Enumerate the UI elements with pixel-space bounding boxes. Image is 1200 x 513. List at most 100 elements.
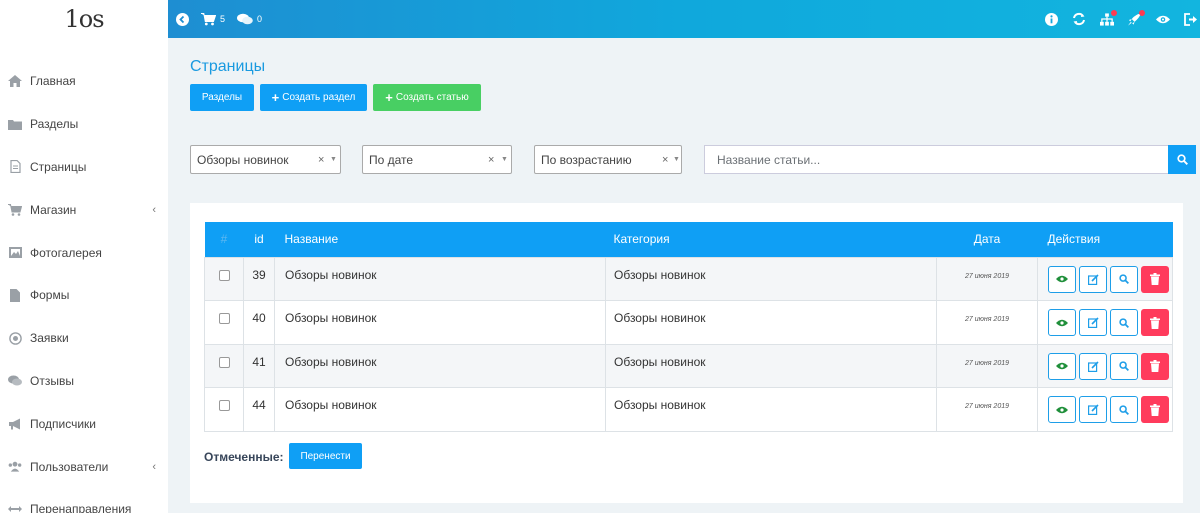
rocket-button[interactable] [1128, 10, 1145, 26]
move-button[interactable]: Перенести [289, 443, 362, 469]
edit-button[interactable] [1079, 309, 1107, 336]
delete-button[interactable] [1141, 309, 1169, 336]
top-bar: 5 0 [168, 0, 1200, 38]
row-id: 41 [243, 343, 275, 388]
view-button[interactable] [1048, 309, 1076, 336]
row-date: 27 июня 2019 [936, 300, 1038, 345]
caret-down-icon: ▼ [501, 156, 508, 163]
users-icon [8, 460, 22, 474]
table-row: 44 Обзоры новинок Обзоры новинок 27 июня… [204, 387, 1173, 432]
row-checkbox[interactable] [218, 269, 230, 281]
sidebar-nav: Главная Разделы Страницы Магазин ‹ Фотог… [0, 38, 168, 513]
image-icon [8, 246, 22, 260]
cart-button[interactable]: 5 [201, 12, 225, 26]
search-button[interactable] [1110, 352, 1138, 380]
row-actions [1037, 387, 1173, 432]
delete-button[interactable] [1141, 265, 1169, 293]
sidebar-item-gallery[interactable]: Фотогалерея [0, 231, 168, 274]
sidebar: 1os Главная Разделы Страницы Магазин ‹ Ф… [0, 0, 168, 513]
edit-icon [1087, 317, 1099, 328]
sidebar-item-label: Подписчики [30, 416, 97, 431]
file-icon [8, 160, 22, 174]
edit-button[interactable] [1079, 265, 1107, 293]
row-name: Обзоры новинок [274, 387, 606, 432]
cart-icon [201, 12, 216, 25]
view-button[interactable] [1048, 265, 1076, 293]
logo[interactable]: 1os [0, 0, 168, 38]
row-checkbox[interactable] [218, 400, 230, 411]
row-actions [1037, 256, 1173, 301]
back-button[interactable] [176, 12, 189, 26]
info-button[interactable] [1044, 12, 1058, 26]
table-row: 39 Обзоры новинок Обзоры новинок 27 июня… [204, 256, 1173, 301]
sidebar-item-reviews[interactable]: Отзывы [0, 360, 168, 403]
sidebar-item-subscribers[interactable]: Подписчики [0, 402, 168, 445]
search-icon [1119, 274, 1129, 284]
header-check: # [220, 232, 228, 247]
view-site-button[interactable] [1156, 12, 1170, 26]
clear-icon[interactable]: × [488, 154, 494, 166]
row-checkbox[interactable] [218, 356, 230, 368]
logout-icon [1184, 12, 1197, 26]
sidebar-item-forms[interactable]: Формы [0, 274, 168, 317]
row-date: 27 июня 2019 [936, 343, 1038, 388]
search-button[interactable] [1110, 309, 1138, 336]
notification-dot [1139, 10, 1145, 16]
comments-button[interactable]: 0 [237, 13, 262, 25]
search-button[interactable] [1168, 145, 1196, 174]
sidebar-item-users[interactable]: Пользователи ‹ [0, 445, 168, 488]
trash-icon [1150, 360, 1160, 372]
view-button[interactable] [1048, 396, 1076, 423]
sort-by-select-value: По дате [369, 152, 414, 167]
sidebar-item-label: Магазин [30, 202, 77, 217]
header-category[interactable]: Категория [606, 222, 937, 257]
category-select-value: Обзоры новинок [197, 152, 289, 167]
sidebar-item-label: Перенаправления [30, 502, 132, 513]
sidebar-item-requests[interactable]: Заявки [0, 317, 168, 360]
sidebar-item-sections[interactable]: Разделы [0, 103, 168, 146]
clear-icon[interactable]: × [662, 154, 668, 166]
caret-down-icon: ▼ [673, 156, 680, 163]
search-button[interactable] [1110, 265, 1138, 293]
refresh-button[interactable] [1072, 12, 1086, 26]
page-title: Страницы [190, 58, 266, 75]
comments-icon [237, 13, 253, 25]
sidebar-item-redirects[interactable]: Перенаправления [0, 488, 168, 513]
header-name[interactable]: Название [275, 222, 606, 257]
article-search-input[interactable] [704, 145, 1169, 174]
category-select[interactable]: Обзоры новинок × ▼ [190, 145, 341, 174]
header-date[interactable]: Дата [937, 222, 1038, 257]
sidebar-item-label: Разделы [30, 117, 79, 132]
trash-icon [1150, 403, 1160, 416]
row-checkbox[interactable] [218, 313, 230, 324]
row-category: Обзоры новинок [605, 387, 937, 432]
delete-button[interactable] [1141, 352, 1169, 380]
sidebar-item-pages[interactable]: Страницы [0, 146, 168, 189]
row-id: 40 [243, 300, 275, 345]
sidebar-item-label: Фотогалерея [30, 245, 102, 260]
order-select[interactable]: По возрастанию × ▼ [534, 145, 682, 174]
logout-button[interactable] [1184, 12, 1198, 26]
delete-button[interactable] [1141, 396, 1169, 423]
row-name: Обзоры новинок [274, 300, 606, 345]
megaphone-icon [8, 417, 22, 431]
search-button[interactable] [1110, 396, 1138, 423]
sidebar-item-shop[interactable]: Магазин ‹ [0, 188, 168, 231]
eye-icon [1056, 319, 1068, 326]
sidebar-item-home[interactable]: Главная [0, 60, 168, 103]
eye-icon [1056, 362, 1068, 370]
header-id[interactable]: id [244, 222, 275, 257]
sections-button-label: Разделы [201, 92, 243, 103]
create-section-button[interactable]: + Создать раздел [260, 84, 367, 111]
row-id: 39 [243, 256, 275, 301]
edit-button[interactable] [1079, 396, 1107, 423]
sections-button[interactable]: Разделы [190, 84, 254, 111]
create-article-button[interactable]: + Создать статью [373, 84, 481, 111]
edit-button[interactable] [1079, 352, 1107, 380]
eye-icon [1156, 15, 1170, 23]
sort-by-select[interactable]: По дате × ▼ [362, 145, 512, 174]
clear-icon[interactable]: × [318, 154, 324, 166]
sitemap-button[interactable] [1100, 10, 1117, 26]
table-row: 40 Обзоры новинок Обзоры новинок 27 июня… [204, 300, 1173, 345]
view-button[interactable] [1048, 352, 1076, 380]
